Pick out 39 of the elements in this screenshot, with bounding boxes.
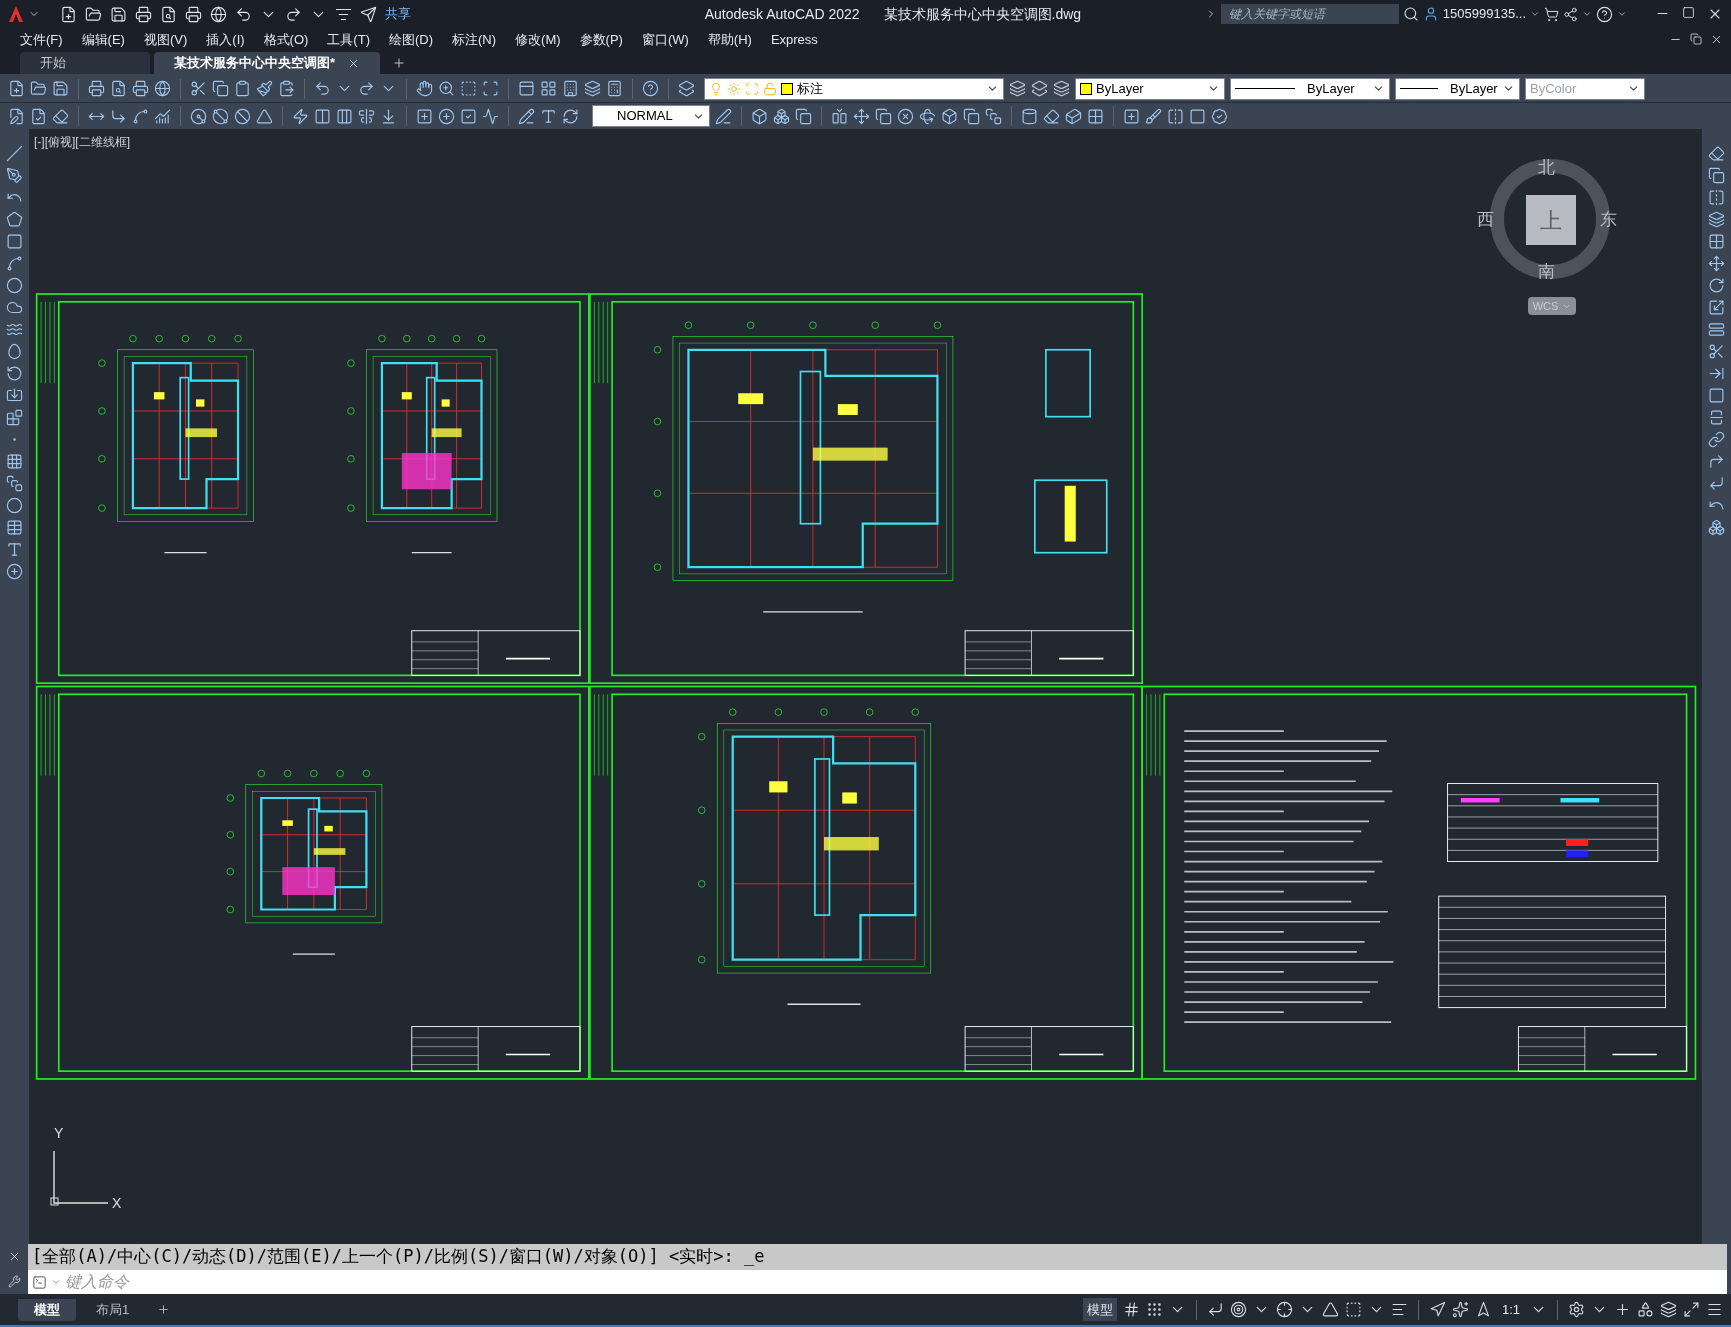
south-label[interactable]: 南 <box>1538 259 1555 285</box>
lineweight-label: ByLayer <box>1450 79 1498 98</box>
search-field[interactable]: 键入关键字或短语 <box>1220 4 1399 24</box>
menu-item[interactable]: Express <box>764 29 824 50</box>
menu-item[interactable]: 标注(N) <box>446 29 503 50</box>
north-label[interactable]: 北 <box>1538 155 1555 181</box>
user-name[interactable]: 1505999135... <box>1442 4 1526 24</box>
lineweight-dropdown[interactable]: ByLayer <box>1395 77 1520 100</box>
menu-item[interactable]: 修改(M) <box>509 29 567 50</box>
viewport-label[interactable]: [-][俯视][二维线框] <box>34 133 130 151</box>
scale-dropdown[interactable]: 1:1 <box>1497 1299 1524 1320</box>
menu-item[interactable]: 编辑(E) <box>75 29 131 50</box>
x-axis-label: X <box>112 1194 122 1213</box>
layer-dropdown[interactable]: 标注 <box>704 77 1004 100</box>
menu-item[interactable]: 帮助(H) <box>701 29 758 50</box>
menu-item[interactable]: 绘图(D) <box>382 29 439 50</box>
layout-tab[interactable]: 布局1 <box>80 1298 146 1321</box>
document-tab[interactable]: 开始 <box>20 52 150 74</box>
dimension-style-dropdown[interactable]: NORMAL <box>592 105 710 127</box>
west-label[interactable]: 西 <box>1477 207 1494 233</box>
menu-item[interactable]: 窗口(W) <box>635 29 695 50</box>
share-label[interactable]: 共享 <box>385 4 411 24</box>
model-space-button[interactable]: 模型 <box>1082 1297 1117 1322</box>
document-tab[interactable]: 某技术服务中心中央空调图* <box>154 52 381 74</box>
app-title: Autodesk AutoCAD 2022 <box>704 4 860 24</box>
command-history: [全部(A)/中心(C)/动态(D)/范围(E)/上一个(P)/比例(S)/窗口(W)/对象(O)] <实时>: _e <box>28 1244 1727 1270</box>
menu-item[interactable]: 格式(O) <box>257 29 315 50</box>
linetype-dropdown[interactable]: ByLayer <box>1230 77 1390 100</box>
menu-item[interactable]: 插入(I) <box>200 29 251 50</box>
layout-tab[interactable]: 模型 <box>18 1298 76 1321</box>
menu-item[interactable]: 工具(T) <box>321 29 376 50</box>
file-name: 某技术服务中心中央空调图.dwg <box>883 4 1082 24</box>
menu-item[interactable]: 文件(F) <box>14 29 69 50</box>
menu-item[interactable]: 参数(P) <box>573 29 629 50</box>
y-axis-label: Y <box>54 1124 64 1143</box>
menu-item[interactable]: 视图(V) <box>137 29 194 50</box>
color-dropdown[interactable]: ByLayer <box>1075 77 1225 100</box>
linetype-label: ByLayer <box>1307 79 1355 98</box>
east-label[interactable]: 东 <box>1600 207 1617 233</box>
